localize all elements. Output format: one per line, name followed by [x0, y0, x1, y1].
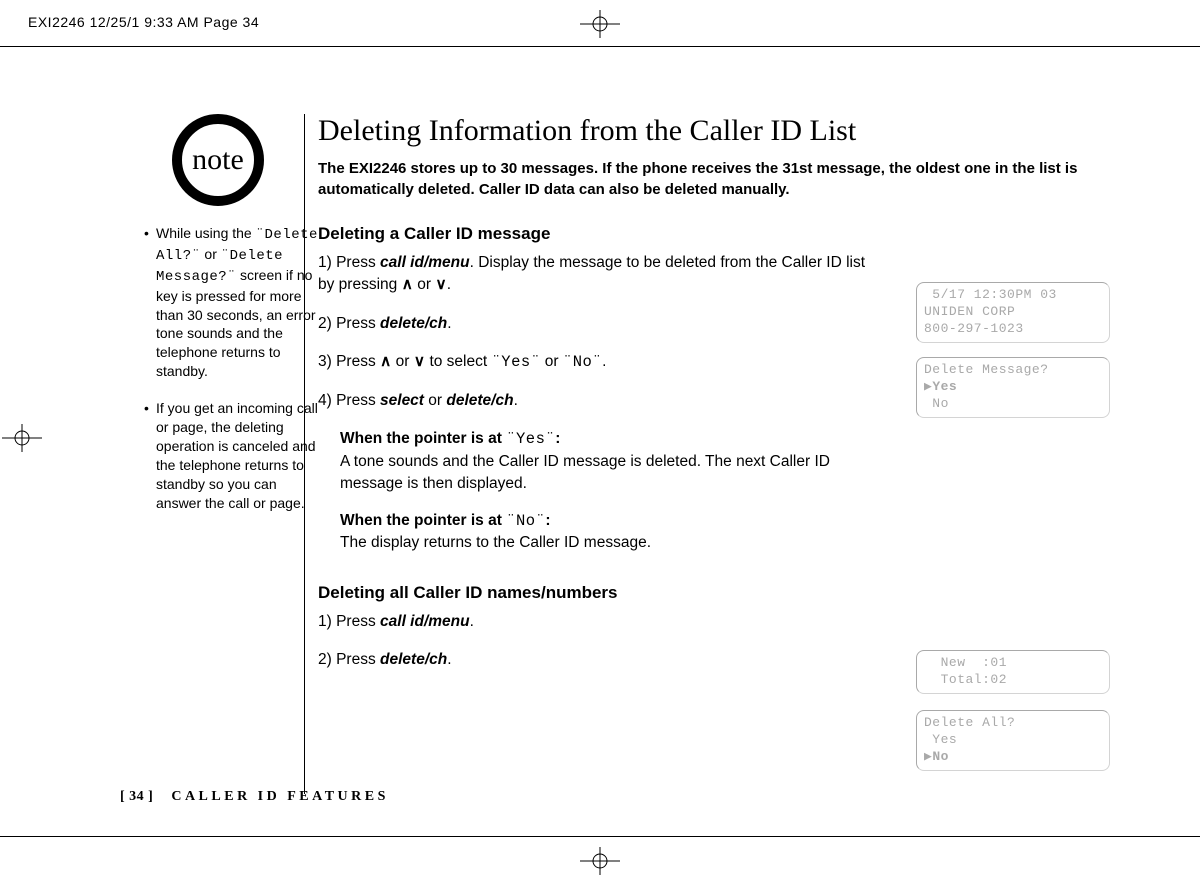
yes-mono: ¨Yes¨ — [491, 353, 540, 371]
note-item-2: If you get an incoming call or page, the… — [144, 399, 324, 512]
text: A tone sounds and the Caller ID message … — [340, 453, 830, 492]
key-select: select — [380, 392, 424, 409]
yes-mono: ¨Yes¨ — [506, 430, 555, 448]
text: The display returns to the Caller ID mes… — [340, 534, 651, 551]
text: to select — [425, 353, 491, 370]
lcd-line: UNIDEN CORP — [924, 304, 1015, 319]
text: 2) Press — [318, 651, 380, 668]
no-mono: ¨No¨ — [506, 512, 545, 530]
key-delete-ch: delete/ch — [380, 651, 447, 668]
registration-mark-bottom — [572, 841, 628, 881]
up-icon: ∧ — [380, 353, 391, 370]
page-footer: [ 34 ] CALLER ID FEATURES — [120, 787, 389, 805]
text: . — [447, 276, 451, 293]
lcd-line: Delete All? — [924, 715, 1015, 730]
text: . — [447, 315, 451, 332]
text: When the pointer is at — [340, 512, 506, 529]
text: or — [541, 353, 563, 370]
down-icon: ∨ — [414, 353, 425, 370]
text: or — [424, 392, 446, 409]
delete-all-step-1: 1) Press call id/menu. — [318, 611, 878, 633]
note-item-1: While using the ¨Delete All?¨ or ¨Delete… — [144, 224, 324, 381]
step-1: 1) Press call id/menu. Display the messa… — [318, 252, 878, 297]
no-mono: ¨No¨ — [563, 353, 602, 371]
lcd-line: No — [924, 396, 949, 411]
lead-paragraph: The EXI2246 stores up to 30 messages. If… — [318, 158, 1098, 200]
text: or — [391, 353, 413, 370]
text: . — [447, 651, 451, 668]
lcd-totals: New :01 Total:02 — [916, 650, 1110, 694]
section-label: CALLER ID FEATURES — [171, 789, 389, 804]
crop-line-top — [0, 46, 1200, 47]
lcd-line: ▶No — [924, 749, 949, 764]
lcd-line: New :01 — [924, 655, 1007, 670]
when-yes-block: When the pointer is at ¨Yes¨: A tone sou… — [340, 428, 880, 495]
key-delete-ch: delete/ch — [380, 315, 447, 332]
registration-mark-top — [572, 4, 628, 44]
note-badge: note — [172, 114, 264, 206]
text: 1) Press — [318, 613, 380, 630]
text: : — [555, 430, 560, 447]
text: 3) Press — [318, 353, 380, 370]
lcd-delete-all: Delete All? Yes ▶No — [916, 710, 1110, 771]
lcd-line: Delete Message? — [924, 362, 1049, 377]
registration-mark-left — [0, 418, 50, 458]
subheading-delete-all: Deleting all Caller ID names/numbers — [318, 583, 1098, 603]
delete-all-step-2: 2) Press delete/ch. — [318, 649, 878, 671]
crop-line-bottom — [0, 836, 1200, 837]
lcd-line: Total:02 — [924, 672, 1007, 687]
text: 2) Press — [318, 315, 380, 332]
print-slug: EXI2246 12/25/1 9:33 AM Page 34 — [28, 14, 259, 30]
page-title: Deleting Information from the Caller ID … — [318, 114, 1098, 148]
step-4: 4) Press select or delete/ch. — [318, 390, 878, 412]
step-2: 2) Press delete/ch. — [318, 313, 878, 335]
key-call-id-menu: call id/menu — [380, 613, 470, 630]
column-divider — [304, 114, 305, 794]
text: While using the — [156, 225, 256, 241]
key-delete-ch: delete/ch — [446, 392, 513, 409]
up-icon: ∧ — [402, 276, 413, 293]
text: : — [545, 512, 550, 529]
text: When the pointer is at — [340, 430, 506, 447]
text: 1) Press — [318, 254, 380, 271]
lcd-line: 800-297-1023 — [924, 321, 1024, 336]
sidebar-note: note While using the ¨Delete All?¨ or ¨D… — [144, 114, 324, 512]
step-3: 3) Press ∧ or ∨ to select ¨Yes¨ or ¨No¨. — [318, 351, 878, 373]
text: . — [470, 613, 474, 630]
subheading-delete-one: Deleting a Caller ID message — [318, 224, 1098, 244]
lcd-delete-message: Delete Message? ▶Yes No — [916, 357, 1110, 418]
lcd-line: Yes — [924, 732, 957, 747]
lcd-line: ▶Yes — [924, 379, 957, 394]
lcd-line: 5/17 12:30PM 03 — [924, 287, 1057, 302]
down-icon: ∨ — [435, 276, 446, 293]
page-number: [ 34 ] — [120, 789, 153, 804]
text: or — [413, 276, 435, 293]
text: . — [602, 353, 606, 370]
lcd-caller-id: 5/17 12:30PM 03 UNIDEN CORP 800-297-1023 — [916, 282, 1110, 343]
text: or — [201, 246, 221, 262]
key-call-id-menu: call id/menu — [380, 254, 470, 271]
text: 4) Press — [318, 392, 380, 409]
text: . — [514, 392, 518, 409]
when-no-block: When the pointer is at ¨No¨: The display… — [340, 510, 880, 555]
